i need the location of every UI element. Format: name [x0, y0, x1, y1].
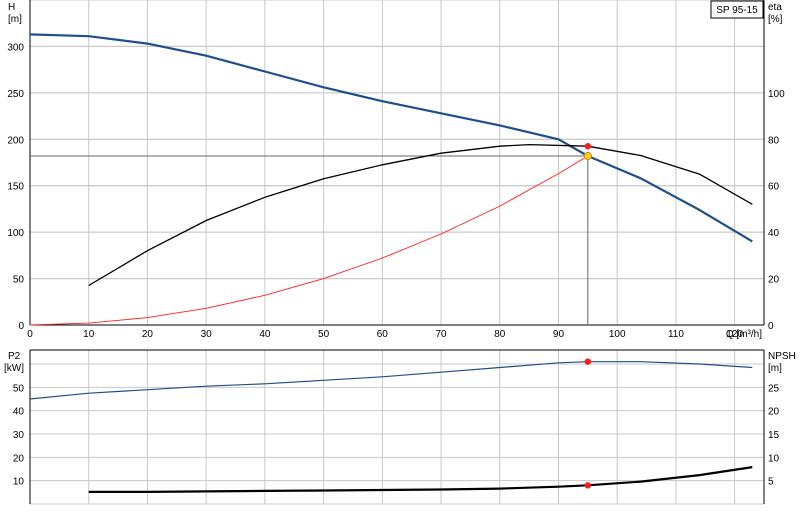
- chart-title: SP 95-15: [716, 5, 758, 16]
- top-x-tick-label: 40: [259, 329, 271, 340]
- top-y-right-axis-label: eta: [768, 2, 782, 13]
- bottom-y-axis-unit: [kW]: [4, 363, 24, 374]
- top-x-axis-label: Q [m³/h]: [726, 329, 762, 340]
- top-y-tick-label: 100: [7, 228, 24, 239]
- top-y-right-tick-label: 40: [768, 228, 780, 239]
- top-x-tick-label: 70: [435, 329, 447, 340]
- bottom-y-tick-label: 40: [13, 407, 25, 418]
- top-y-axis-unit: [m]: [8, 14, 22, 25]
- bottom-y-right-tick-label: 5: [768, 477, 774, 488]
- top-x-tick-label: 50: [318, 329, 330, 340]
- top-x-tick-label: 90: [553, 329, 565, 340]
- npsh-duty-point: [584, 482, 592, 489]
- bottom-y-tick-label: 20: [13, 453, 25, 464]
- top-y-tick-label: 300: [7, 42, 24, 53]
- top-y-tick-label: 50: [13, 275, 25, 286]
- top-x-tick-label: 60: [377, 329, 389, 340]
- pump-curve-chart: 0 50 100 150 200 250 300 0 20 40 60 80 100 0 10 20 30 40 5…: [4, 0, 796, 505]
- bottom-y-right-axis-unit: [m]: [768, 363, 782, 374]
- top-y-right-tick-label: 0: [768, 321, 774, 332]
- eta-duty-point: [584, 143, 592, 150]
- top-y-right-tick-label: 60: [768, 182, 780, 193]
- top-x-tick-label: 0: [27, 329, 33, 340]
- top-y-right-tick-label: 100: [768, 89, 785, 100]
- top-x-tick-label: 110: [668, 329, 684, 340]
- top-x-tick-label: 80: [494, 329, 506, 340]
- bottom-y-right-tick-label: 20: [768, 407, 780, 418]
- bottom-y-tick-label: 10: [13, 477, 25, 488]
- top-x-tick-label: 20: [142, 329, 154, 340]
- top-x-tick-label: 100: [609, 329, 626, 340]
- bottom-y-axis-label: P2: [8, 351, 21, 362]
- top-y-tick-label: 250: [7, 89, 24, 100]
- bottom-y-right-tick-label: 25: [768, 383, 780, 394]
- bottom-y-tick-label: 50: [13, 383, 25, 394]
- top-y-right-tick-label: 80: [768, 135, 780, 146]
- top-x-tick-label: 10: [83, 329, 95, 340]
- top-y-tick-label: 200: [7, 135, 24, 146]
- p2-duty-point: [584, 358, 592, 365]
- head-duty-point: [583, 151, 592, 161]
- top-y-axis-label: H: [8, 2, 15, 13]
- top-y-right-axis-unit: [%]: [768, 14, 783, 25]
- top-y-tick-label: 150: [7, 182, 24, 193]
- top-x-tick-label: 30: [201, 329, 213, 340]
- bottom-y-right-tick-label: 15: [768, 430, 780, 441]
- top-y-tick-label: 0: [18, 321, 24, 332]
- top-y-right-tick-label: 20: [768, 275, 780, 286]
- bottom-y-right-tick-label: 10: [768, 453, 780, 464]
- bottom-y-right-axis-label: NPSH: [768, 351, 796, 362]
- bottom-y-tick-label: 30: [13, 430, 25, 441]
